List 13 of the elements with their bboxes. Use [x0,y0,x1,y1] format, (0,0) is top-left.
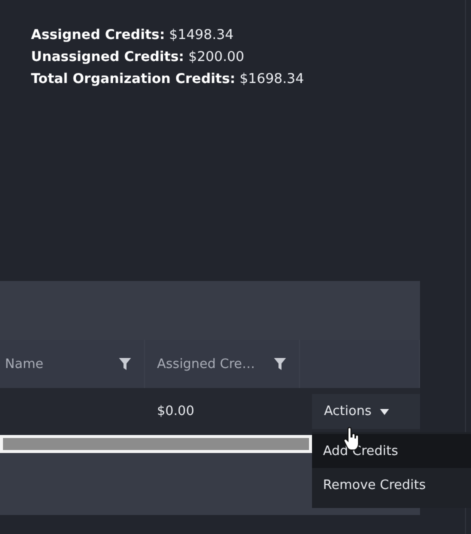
caret-icon [380,408,388,414]
actions-button[interactable]: Actions [312,394,420,429]
filter-icon[interactable] [118,357,132,371]
credit-label: Total Organization Credits: [31,71,236,87]
filter-icon[interactable] [273,357,287,371]
credit-value: $200.00 [188,49,244,65]
credit-value: $1498.34 [169,27,234,43]
scrollbar[interactable] [0,435,312,453]
credit-value: $1698.34 [240,71,304,87]
credit-label: Assigned Credits: [31,27,165,43]
table-cell-text: $0.00 [156,404,194,419]
credit-label: Unassigned Credits: [31,49,184,65]
menu-item[interactable]: Remove Credits [312,468,471,502]
